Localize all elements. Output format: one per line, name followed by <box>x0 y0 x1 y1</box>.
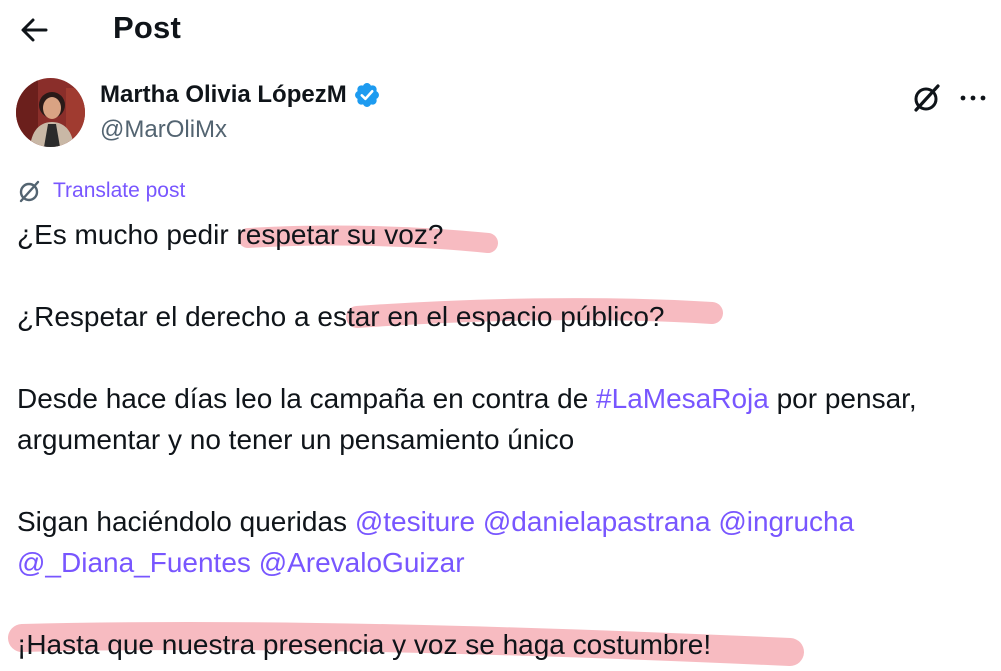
tweet-line: ¡Hasta que nuestra presencia y voz se ha… <box>17 629 712 660</box>
tweet-text-segment: por pensar, <box>768 383 917 414</box>
hashtag-link[interactable]: #LaMesaRoja <box>596 383 769 414</box>
tweet-line: Desde hace días leo la campaña en contra… <box>17 378 992 419</box>
author-name-text: Martha Olivia LópezM <box>100 81 347 108</box>
back-button[interactable] <box>18 14 50 46</box>
avatar[interactable] <box>16 78 85 147</box>
more-icon <box>960 95 986 101</box>
mention-link[interactable]: @danielapastrana <box>483 506 711 537</box>
translate-icon <box>19 180 40 203</box>
tweet-line: @_Diana_Fuentes @ArevaloGuizar <box>17 542 992 583</box>
tweet-text-segment: Desde hace días leo la campaña en contra… <box>17 383 597 414</box>
verified-badge-icon[interactable] <box>353 81 381 109</box>
grok-icon <box>914 84 940 112</box>
tweet-text: ¿Es mucho pedir respetar su voz? ¿Respet… <box>17 214 992 665</box>
author-name[interactable]: Martha Olivia LópezM <box>100 81 381 109</box>
grok-button[interactable] <box>910 81 944 115</box>
author-handle[interactable]: @MarOliMx <box>100 116 227 144</box>
tweet-line: ¿Es mucho pedir respetar su voz? <box>17 219 444 250</box>
mention-link[interactable]: @ingrucha <box>718 506 854 537</box>
tweet-line: Sigan haciéndolo queridas @tesiture @dan… <box>17 501 992 542</box>
translate-post-link[interactable]: Translate post <box>17 178 185 204</box>
mention-link[interactable]: @ArevaloGuizar <box>259 547 465 578</box>
page-title: Post <box>113 10 181 45</box>
arrow-left-icon <box>21 18 48 42</box>
mention-link[interactable]: @tesiture <box>355 506 475 537</box>
translate-post-label: Translate post <box>53 179 186 202</box>
tweet-text-segment: Sigan haciéndolo queridas <box>17 506 355 537</box>
tweet-line: argumentar y no tener un pensamiento úni… <box>17 424 575 455</box>
more-button[interactable] <box>958 84 988 112</box>
mention-link[interactable]: @_Diana_Fuentes <box>17 547 251 578</box>
tweet-line: ¿Respetar el derecho a estar en el espac… <box>17 301 665 332</box>
